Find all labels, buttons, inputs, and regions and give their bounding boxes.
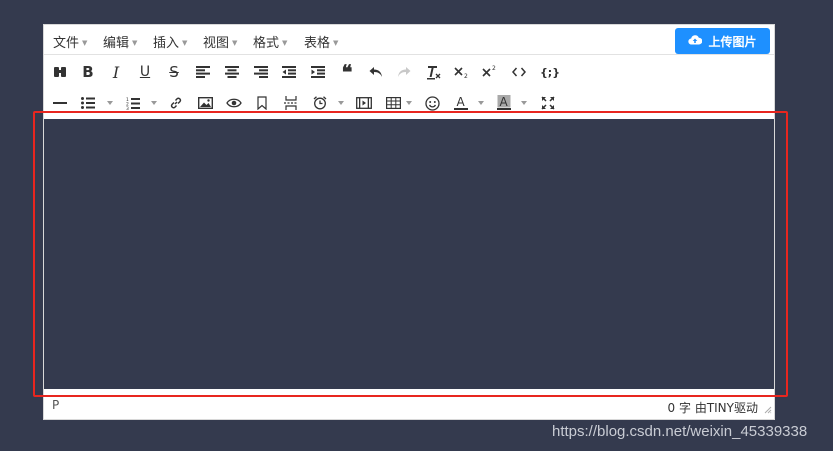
bookmark-icon[interactable] (251, 92, 273, 114)
watermark-url: https://blog.csdn.net/weixin_45339338 (552, 423, 808, 440)
toolbar-row-1: B I U S ❝ 2 2 {;} (44, 57, 774, 87)
menu-file[interactable]: 文件 ▼ (53, 32, 87, 51)
cloud-upload-icon (688, 34, 703, 49)
menu-table-label: 表格 (304, 36, 331, 51)
clear-format-icon[interactable] (422, 61, 444, 83)
chevron-down-icon[interactable] (521, 101, 527, 105)
svg-text:2: 2 (492, 65, 496, 72)
editor-content-area[interactable] (44, 119, 774, 389)
svg-text:A: A (457, 95, 466, 109)
menu-table[interactable]: 表格 ▼ (304, 32, 338, 51)
chevron-down-icon[interactable] (107, 101, 113, 105)
fullscreen-icon[interactable] (537, 92, 559, 114)
numbered-list-icon[interactable]: 123 (122, 92, 144, 114)
code-sample-icon[interactable]: {;} (537, 61, 563, 83)
chevron-down-icon: ▼ (82, 38, 88, 47)
svg-text:2: 2 (464, 73, 468, 79)
align-left-icon[interactable] (192, 61, 214, 83)
emoticon-icon[interactable] (421, 92, 443, 114)
blockquote-icon[interactable]: ❝ (336, 60, 358, 84)
menu-view-label: 视图 (203, 36, 230, 51)
statusbar: P 0 字 由TINY驱动 (44, 395, 774, 419)
menubar: 文件 ▼ 编辑 ▼ 插入 ▼ 视图 ▼ 格式 ▼ 表格 ▼ 上传图片 (44, 25, 774, 55)
chevron-down-icon[interactable] (338, 101, 344, 105)
menu-edit[interactable]: 编辑 ▼ (103, 32, 137, 51)
powered-by-link[interactable]: 由TINY驱动 (695, 401, 758, 415)
menu-insert[interactable]: 插入 ▼ (153, 32, 187, 51)
chevron-down-icon: ▼ (232, 38, 238, 47)
chevron-down-icon[interactable] (478, 101, 484, 105)
word-count: 0 字 由TINY驱动 (668, 399, 758, 416)
undo-icon[interactable] (365, 61, 387, 83)
menu-format[interactable]: 格式 ▼ (253, 32, 287, 51)
page-break-icon[interactable] (280, 92, 302, 114)
element-path[interactable]: P (52, 398, 59, 412)
chevron-down-icon: ▼ (132, 38, 138, 47)
preview-icon[interactable] (223, 92, 245, 114)
resize-handle-icon[interactable] (764, 403, 772, 417)
horizontal-rule-icon[interactable] (49, 92, 71, 114)
table-icon[interactable] (382, 92, 404, 114)
svg-text:3: 3 (126, 106, 129, 110)
svg-text:A: A (500, 95, 509, 109)
chevron-down-icon: ▼ (282, 38, 288, 47)
upload-image-button[interactable]: 上传图片 (675, 28, 770, 54)
find-replace-icon[interactable] (49, 61, 71, 83)
align-right-icon[interactable] (250, 61, 272, 83)
outdent-icon[interactable] (278, 61, 300, 83)
menu-format-label: 格式 (253, 36, 280, 51)
background-color-icon[interactable]: A (493, 92, 515, 114)
menu-file-label: 文件 (53, 36, 80, 51)
superscript-icon[interactable]: 2 (479, 61, 501, 83)
menu-edit-label: 编辑 (103, 36, 130, 51)
italic-icon[interactable]: I (105, 61, 127, 83)
menu-view[interactable]: 视图 ▼ (203, 32, 237, 51)
upload-image-label: 上传图片 (708, 34, 757, 49)
menu-insert-label: 插入 (153, 36, 180, 51)
word-count-label: 0 字 (667, 401, 691, 415)
code-icon[interactable] (508, 61, 530, 83)
underline-icon[interactable]: U (134, 61, 156, 83)
subscript-icon[interactable]: 2 (451, 61, 473, 83)
align-center-icon[interactable] (221, 61, 243, 83)
image-icon[interactable] (194, 92, 216, 114)
indent-icon[interactable] (307, 61, 329, 83)
chevron-down-icon[interactable] (151, 101, 157, 105)
rich-text-editor: 文件▼ 编辑▼ 插入▼ 视图▼ 格式▼ 表格▼ 上传图片 B I U (43, 24, 775, 420)
chevron-down-icon: ▼ (182, 38, 188, 47)
redo-icon[interactable] (393, 61, 415, 83)
chevron-down-icon[interactable] (406, 101, 412, 105)
chevron-down-icon: ▼ (333, 38, 339, 47)
strikethrough-icon[interactable]: S (163, 61, 185, 83)
toolbar-row-2: 123 A A (44, 88, 774, 118)
bold-icon[interactable]: B (77, 61, 99, 83)
text-color-icon[interactable]: A (450, 92, 472, 114)
datetime-icon[interactable] (309, 92, 331, 114)
bullet-list-icon[interactable] (77, 92, 99, 114)
link-icon[interactable] (165, 92, 187, 114)
media-icon[interactable] (353, 92, 375, 114)
